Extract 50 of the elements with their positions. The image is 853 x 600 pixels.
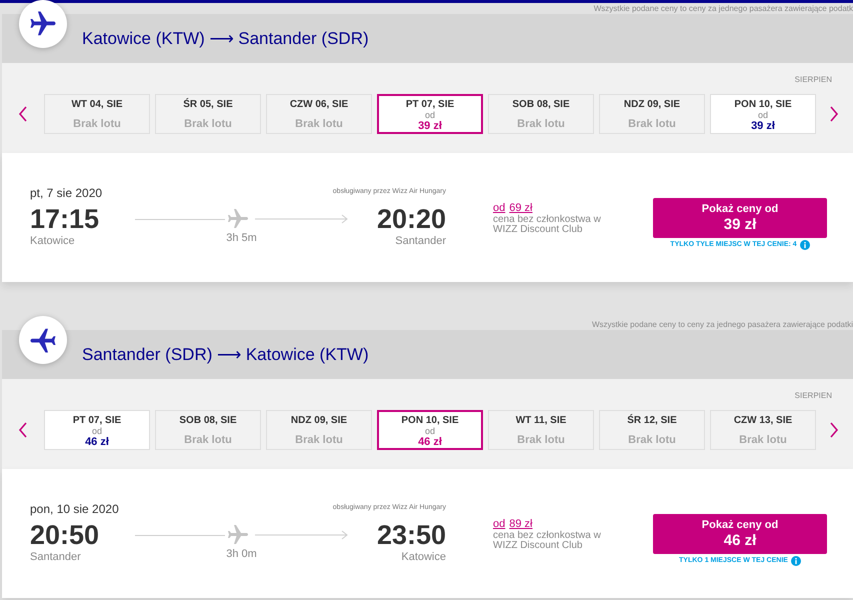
date-option[interactable]: NDZ 09, SIE Brak lotu	[599, 94, 705, 134]
date-option[interactable]: CZW 13, SIE Brak lotu	[710, 410, 816, 450]
departure-time: 20:50	[30, 520, 100, 550]
date-option[interactable]: ŚR 12, SIE Brak lotu	[599, 410, 705, 450]
chevron-right-icon	[829, 106, 839, 122]
flight-duration: 3h 5m	[226, 231, 257, 246]
date-option[interactable]: PON 10, SIE od 46 zł	[377, 410, 483, 450]
chevron-left-icon	[18, 106, 28, 122]
date-option[interactable]: SOB 08, SIE Brak lotu	[488, 94, 594, 134]
price-prefix-link[interactable]: od	[493, 201, 506, 215]
price-prefix-link[interactable]: od	[493, 517, 506, 531]
month-label: SIERPIEN	[794, 390, 832, 402]
show-prices-button[interactable]: Pokaż ceny od 39 zł	[653, 198, 827, 238]
date-option[interactable]: PT 07, SIE od 46 zł	[44, 410, 150, 450]
date-option[interactable]: ŚR 05, SIE Brak lotu	[155, 94, 261, 134]
date-option[interactable]: PT 07, SIE od 39 zł	[377, 94, 483, 134]
chevron-left-icon	[18, 422, 28, 438]
airplane-icon	[19, 316, 67, 364]
departure-time: 17:15	[30, 204, 100, 234]
flight-date: pt, 7 sie 2020	[30, 186, 104, 200]
show-prices-button[interactable]: Pokaż ceny od 46 zł	[653, 514, 827, 554]
arrival-city: Santander	[395, 234, 446, 248]
membership-note: cena bez członkostwa w WIZZ Discount Club	[493, 531, 602, 551]
date-option[interactable]: NDZ 09, SIE Brak lotu	[266, 410, 372, 450]
route-title: Santander (SDR) ⟶ Katowice (KTW)	[82, 344, 369, 365]
arrival-city: Katowice	[401, 550, 446, 564]
date-option[interactable]: WT 11, SIE Brak lotu	[488, 410, 594, 450]
departure-city: Santander	[30, 550, 81, 564]
flight-date: pon, 10 sie 2020	[30, 502, 120, 516]
airplane-icon	[228, 209, 248, 229]
date-option[interactable]: CZW 06, SIE Brak lotu	[266, 94, 372, 134]
price-notice: Wszystkie podane ceny to ceny za jednego pasażera zawierające podatk	[594, 3, 853, 14]
arrival-time: 20:20	[376, 204, 446, 234]
price-notice: Wszystkie podane ceny to ceny za jednego pasażera zawierające podatki	[592, 319, 853, 330]
month-label: SIERPIEN	[794, 74, 832, 86]
date-option[interactable]: SOB 08, SIE Brak lotu	[155, 410, 261, 450]
departure-city: Katowice	[30, 234, 75, 248]
info-icon	[790, 556, 801, 566]
route-title: Katowice (KTW) ⟶ Santander (SDR)	[82, 28, 369, 49]
regular-price-link[interactable]: 89 zł	[509, 517, 532, 531]
info-icon	[800, 240, 810, 250]
flight-duration: 3h 0m	[226, 547, 257, 562]
date-option[interactable]: WT 04, SIE Brak lotu	[44, 94, 150, 134]
membership-note: cena bez członkostwa w WIZZ Discount Club	[493, 215, 602, 235]
arrival-time: 23:50	[376, 520, 446, 550]
regular-price-link[interactable]: 69 zł	[509, 201, 532, 215]
airplane-icon	[19, 0, 67, 48]
chevron-right-icon	[829, 422, 839, 438]
date-option[interactable]: PON 10, SIE od 39 zł	[710, 94, 816, 134]
airplane-icon	[228, 525, 248, 545]
